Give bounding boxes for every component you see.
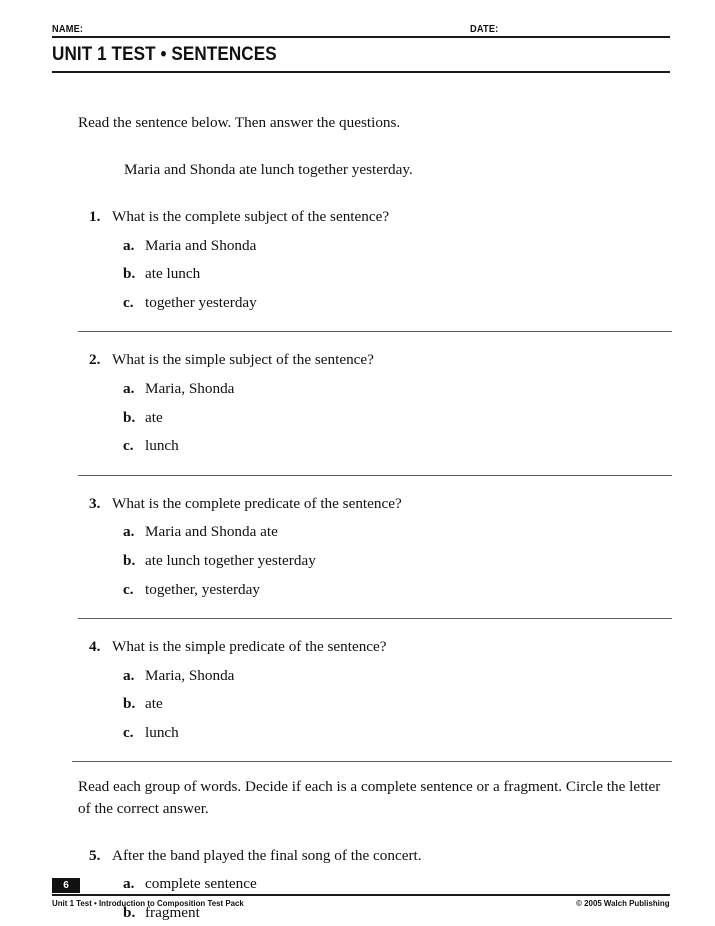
answer-choice[interactable]: a. Maria, Shonda	[78, 665, 672, 687]
choice-text: ate lunch	[145, 265, 201, 283]
answer-choice[interactable]: c. lunch	[78, 722, 672, 744]
question-prompt-row: 4. What is the simple predicate of the s…	[78, 636, 672, 658]
answer-choice[interactable]: c. together yesterday	[78, 292, 672, 314]
choice-text: lunch	[145, 437, 179, 455]
question-1: 1. What is the complete subject of the s…	[78, 206, 672, 313]
page-number-badge: 6	[52, 878, 80, 893]
footer-rule	[52, 894, 670, 896]
page-title: UNIT 1 TEST • SENTENCES	[52, 44, 277, 65]
choice-letter: a.	[123, 875, 135, 893]
question-2: 2. What is the simple subject of the sen…	[78, 349, 672, 456]
answer-choice[interactable]: b. ate lunch together yesterday	[78, 550, 672, 572]
question-prompt-row: 3. What is the complete predicate of the…	[78, 493, 672, 515]
answer-choice[interactable]: a. complete sentence	[78, 873, 672, 895]
answer-choice[interactable]: b. ate	[78, 693, 672, 715]
question-prompt: After the band played the final song of …	[112, 846, 422, 864]
instruction-text-1: Read the sentence below. Then answer the…	[78, 114, 401, 131]
choice-text: Maria and Shonda	[145, 236, 257, 254]
question-4: 4. What is the simple predicate of the s…	[78, 636, 672, 743]
answer-choice[interactable]: b. ate lunch	[78, 263, 672, 285]
choice-text: lunch	[145, 723, 179, 741]
page-header: NAME: DATE: UNIT 1 TEST • SENTENCES	[52, 16, 670, 73]
footer-source-text: Unit 1 Test • Introduction to Compositio…	[52, 898, 244, 908]
choice-text: complete sentence	[145, 875, 257, 893]
choice-letter: b.	[123, 695, 136, 713]
choice-text: ate lunch together yesterday	[145, 551, 316, 569]
name-label: NAME:	[52, 23, 84, 35]
choice-text: together yesterday	[145, 293, 257, 311]
choice-letter: b.	[123, 265, 136, 283]
choice-letter: b.	[123, 551, 136, 569]
choice-letter: a.	[123, 523, 135, 541]
worksheet-page: NAME: DATE: UNIT 1 TEST • SENTENCES Read…	[0, 0, 715, 926]
question-number: 3.	[89, 494, 101, 512]
choice-letter: c.	[123, 293, 134, 311]
question-number: 5.	[89, 846, 101, 864]
question-prompt: What is the complete subject of the sent…	[112, 208, 390, 226]
choice-text: Maria, Shonda	[145, 666, 235, 684]
answer-choice[interactable]: a. Maria and Shonda ate	[78, 521, 672, 543]
question-prompt: What is the simple subject of the senten…	[112, 351, 374, 369]
question-prompt-row: 1. What is the complete subject of the s…	[78, 206, 672, 228]
title-band: UNIT 1 TEST • SENTENCES	[52, 38, 670, 73]
name-date-row: NAME: DATE:	[52, 16, 670, 38]
question-number: 4.	[89, 638, 101, 656]
choice-letter: a.	[123, 236, 135, 254]
question-number: 1.	[89, 208, 101, 226]
choice-letter: a.	[123, 380, 135, 398]
choice-text: ate	[145, 695, 163, 713]
choice-text: together, yesterday	[145, 580, 260, 598]
choice-letter: c.	[123, 437, 134, 455]
choice-text: ate	[145, 408, 163, 426]
choice-text: Maria and Shonda ate	[145, 523, 278, 541]
choice-text: Maria, Shonda	[145, 380, 235, 398]
answer-choice[interactable]: c. together, yesterday	[78, 579, 672, 601]
question-3: 3. What is the complete predicate of the…	[78, 493, 672, 600]
copyright-text: © 2005 Walch Publishing	[576, 898, 670, 908]
worksheet-body: Read the sentence below. Then answer the…	[72, 104, 672, 924]
instruction-text-2: Read each group of words. Decide if each…	[78, 778, 661, 817]
answer-choice[interactable]: c. lunch	[78, 435, 672, 457]
date-label: DATE:	[470, 23, 499, 35]
question-prompt: What is the complete predicate of the se…	[112, 494, 402, 512]
answer-choice[interactable]: a. Maria, Shonda	[78, 378, 672, 400]
choice-letter: b.	[123, 408, 136, 426]
question-prompt-row: 2. What is the simple subject of the sen…	[78, 349, 672, 371]
question-prompt-row: 5. After the band played the final song …	[78, 845, 672, 867]
question-5: 5. After the band played the final song …	[78, 845, 672, 924]
answer-choice[interactable]: b. ate	[78, 407, 672, 429]
question-number: 2.	[89, 351, 101, 369]
answer-choice[interactable]: a. Maria and Shonda	[78, 235, 672, 257]
choice-letter: c.	[123, 723, 134, 741]
choice-letter: c.	[123, 580, 134, 598]
choice-letter: a.	[123, 666, 135, 684]
question-prompt: What is the simple predicate of the sent…	[112, 638, 387, 656]
example-sentence: Maria and Shonda ate lunch together yest…	[124, 160, 413, 178]
